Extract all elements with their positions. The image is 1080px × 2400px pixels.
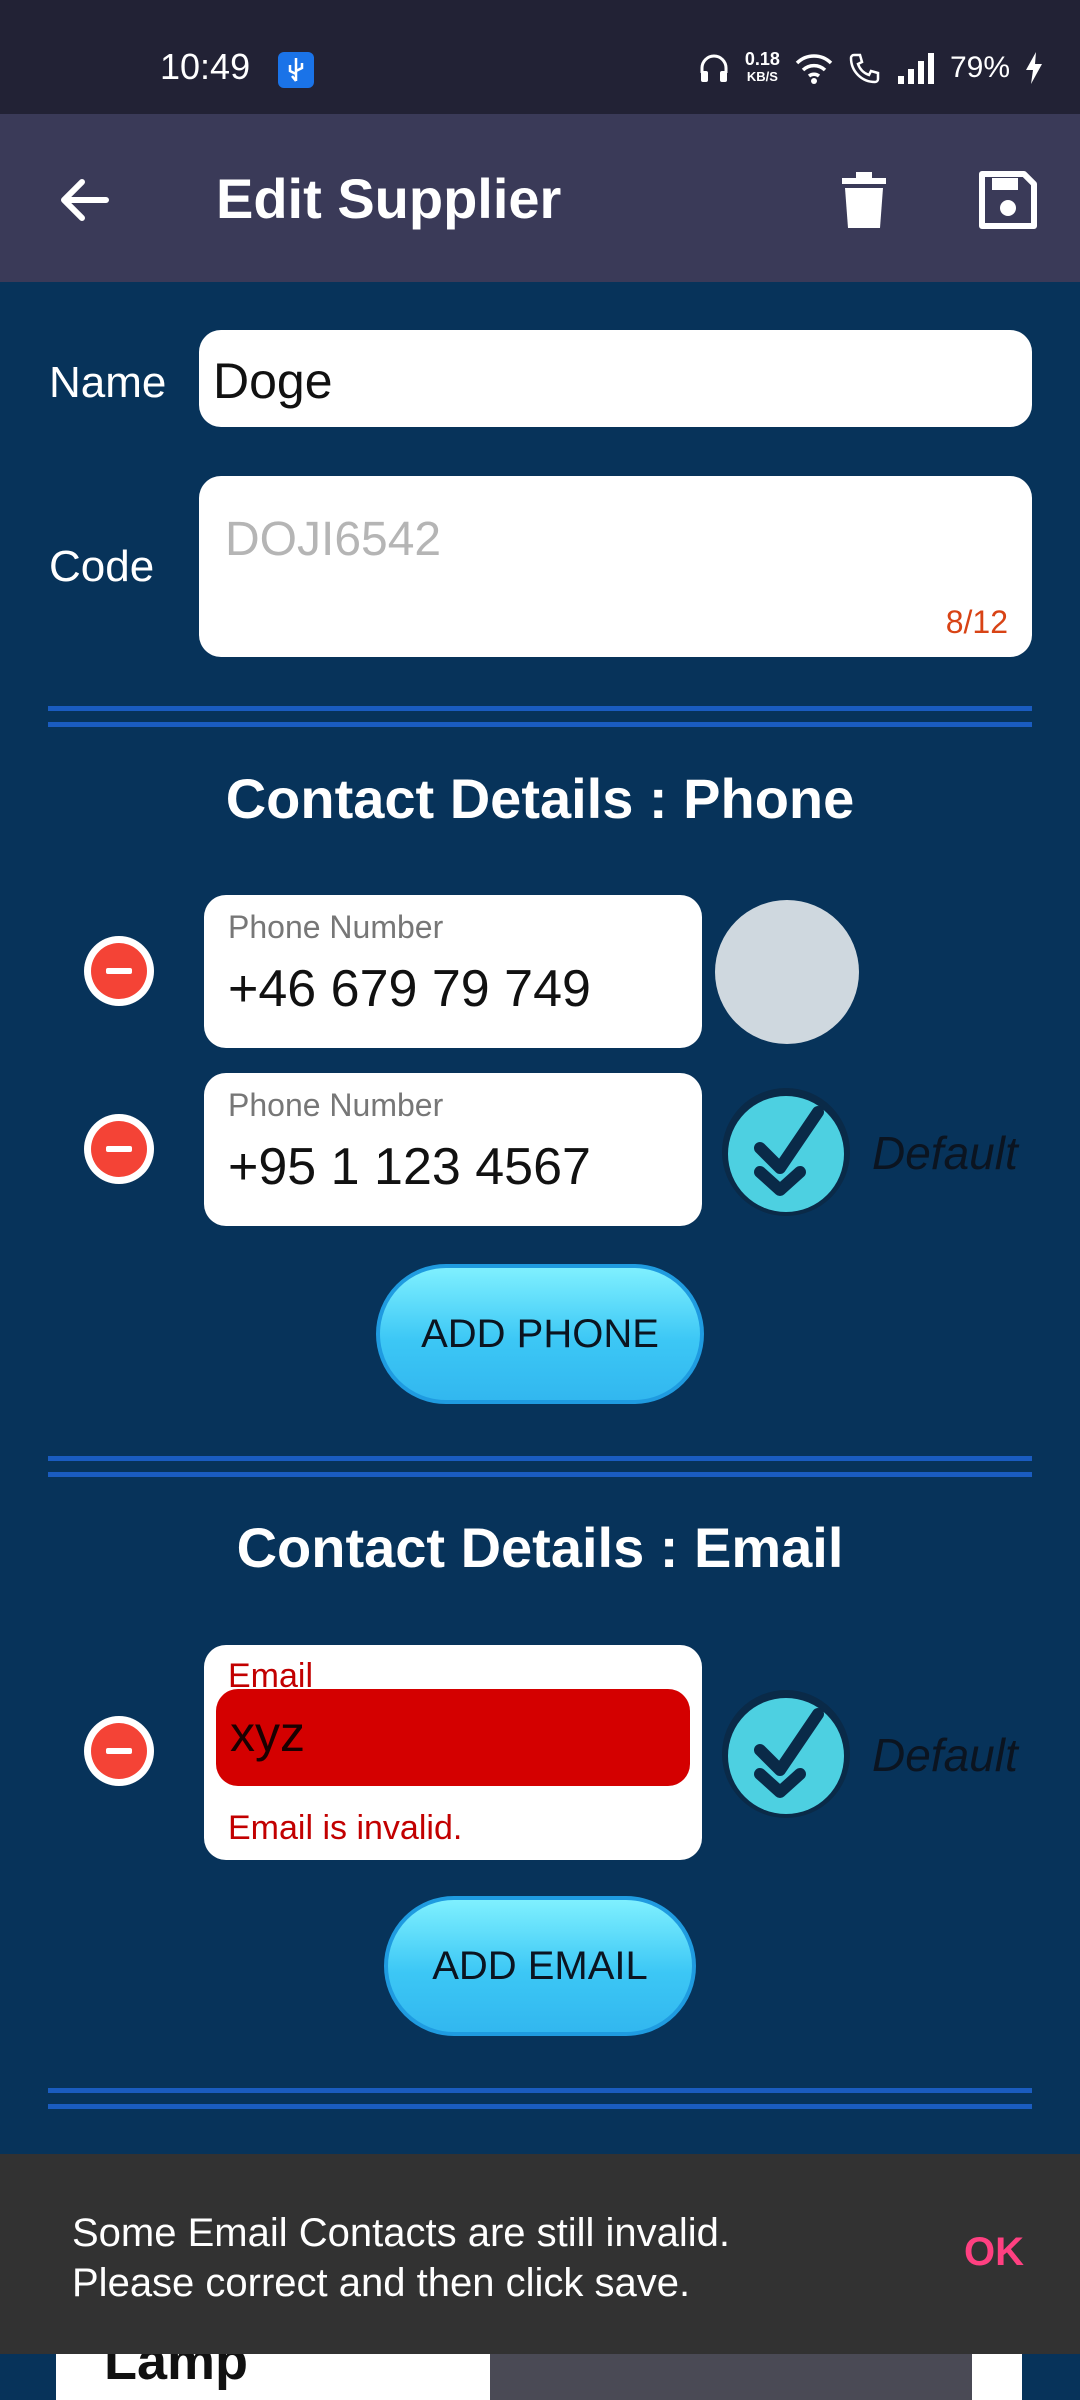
code-label: Code	[49, 542, 155, 591]
floppy-disk-icon[interactable]	[978, 170, 1038, 230]
charging-bolt-icon	[1026, 52, 1042, 84]
add-phone-button[interactable]: ADD PHONE	[376, 1264, 704, 1404]
divider	[48, 1472, 1032, 1477]
page-title: Edit Supplier	[216, 167, 562, 230]
name-label: Name	[49, 358, 167, 407]
divider	[48, 2088, 1032, 2093]
snackbar: Some Email Contacts are still invalid. P…	[0, 2154, 1080, 2354]
headphones-icon	[700, 54, 728, 82]
code-char-counter: 8/12	[945, 604, 1008, 640]
phone-field-value: +95 1 123 4567	[228, 1138, 591, 1196]
name-value: Doge	[213, 353, 333, 409]
divider	[48, 706, 1032, 711]
phone-field-label: Phone Number	[228, 1087, 444, 1123]
default-label: Default	[872, 1729, 1018, 1781]
snackbar-line-1: Some Email Contacts are still invalid.	[72, 2211, 731, 2255]
set-default-phone-toggle[interactable]	[715, 900, 859, 1044]
status-bar: 10:49 0.18 KB/S 79%	[0, 0, 1080, 114]
usb-icon	[278, 52, 314, 88]
email-error-message: Email is invalid.	[228, 1809, 463, 1847]
email-error-highlight: xyz	[216, 1689, 690, 1786]
email-section-title: Contact Details : Email	[236, 1516, 844, 1579]
email-field-value: xyz	[230, 1706, 305, 1762]
phone-input[interactable]: Phone Number +46 679 79 749	[204, 895, 702, 1048]
default-label: Default	[872, 1127, 1018, 1179]
code-placeholder: DOJI6542	[225, 513, 442, 566]
trash-icon[interactable]	[836, 170, 892, 230]
name-input[interactable]: Doge	[199, 330, 1032, 427]
email-input[interactable]: Email xyz Email is invalid.	[204, 1645, 702, 1860]
default-check-icon[interactable]	[720, 1688, 852, 1820]
arrow-left-icon[interactable]	[54, 170, 114, 230]
phone-field-label: Phone Number	[228, 909, 444, 945]
status-icons: 0.18 KB/S 79%	[697, 48, 1044, 88]
remove-phone-button[interactable]	[84, 936, 154, 1006]
remove-phone-button[interactable]	[84, 1114, 154, 1184]
wifi-icon	[795, 54, 833, 84]
snackbar-line-2: Please correct and then click save.	[72, 2261, 691, 2305]
phone-input[interactable]: Phone Number +95 1 123 4567	[204, 1073, 702, 1226]
divider	[48, 722, 1032, 727]
snackbar-message: Some Email Contacts are still invalid. P…	[72, 2208, 730, 2308]
divider	[48, 2104, 1032, 2109]
remove-email-button[interactable]	[84, 1716, 154, 1786]
divider	[48, 1456, 1032, 1461]
phone-field-value: +46 679 79 749	[228, 960, 591, 1018]
snackbar-ok-button[interactable]: OK	[964, 2230, 1024, 2275]
status-time: 10:49	[160, 46, 251, 87]
default-check-icon[interactable]	[720, 1086, 852, 1218]
code-input[interactable]: DOJI6542 8/12	[199, 476, 1032, 657]
battery-percent: 79%	[949, 51, 1010, 84]
phone-section-title: Contact Details : Phone	[225, 767, 855, 830]
app-bar: Edit Supplier	[0, 114, 1080, 282]
add-email-button[interactable]: ADD EMAIL	[384, 1896, 696, 2036]
signal-icon	[897, 53, 934, 84]
call-wifi-icon	[849, 53, 880, 84]
network-speed: 0.18 KB/S	[744, 49, 780, 84]
